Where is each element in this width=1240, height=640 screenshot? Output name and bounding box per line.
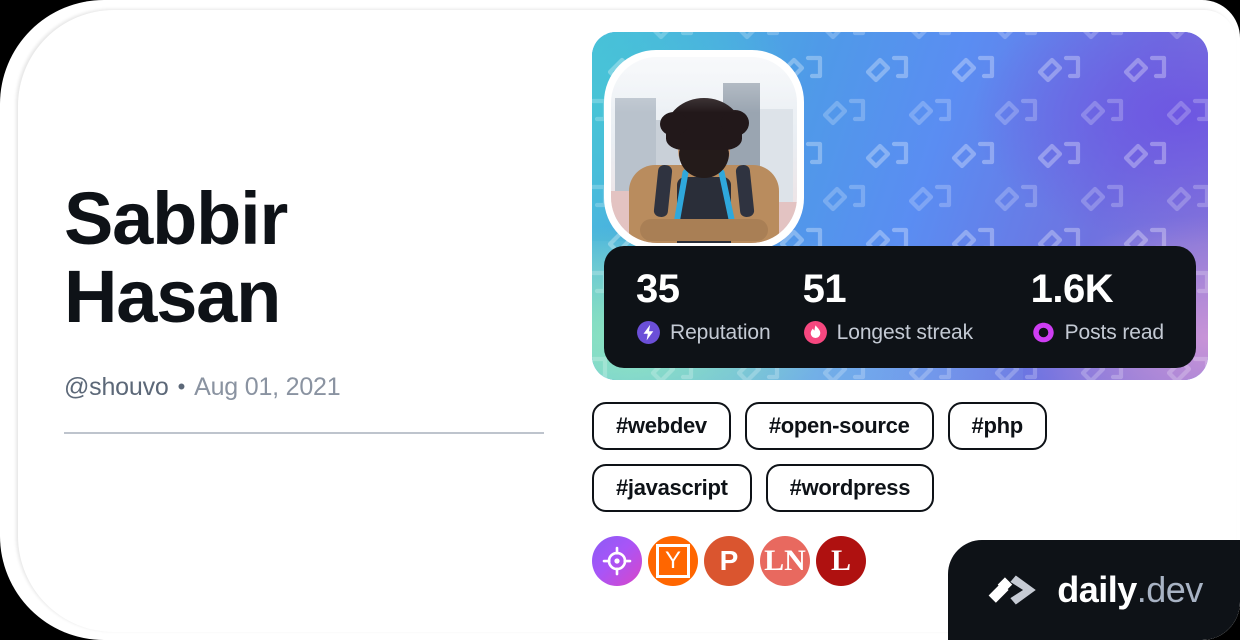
l-source-badge[interactable]: L bbox=[816, 536, 866, 586]
tag-wordpress[interactable]: #wordpress bbox=[765, 464, 935, 512]
avatar-illustration bbox=[611, 57, 797, 243]
stat-label-row: Posts read bbox=[1031, 320, 1164, 345]
badge-letter: Y bbox=[664, 547, 681, 574]
stat-value: 1.6K bbox=[1030, 267, 1114, 311]
tag-list: #webdev #open-source #php #javascript #w… bbox=[592, 402, 1208, 512]
stats-bar: 35 Reputation 51 Longest streak 1.6K Pos… bbox=[604, 246, 1196, 368]
stat-label-row: Longest streak bbox=[803, 320, 1031, 345]
identity-divider bbox=[64, 431, 544, 434]
profile-handle: @shouvo bbox=[64, 372, 169, 401]
profile-identity-column: Sabbir Hasan @shouvo • Aug 01, 2021 bbox=[64, 177, 544, 434]
cover-block: 35 Reputation 51 Longest streak 1.6K Pos… bbox=[592, 32, 1208, 380]
stat-label: Reputation bbox=[670, 320, 771, 344]
reputation-bolt-icon bbox=[637, 321, 660, 344]
daily-dev-brand-tag: daily .dev bbox=[948, 540, 1240, 640]
product-hunt-source-badge[interactable]: P bbox=[704, 536, 754, 586]
profile-meta-row: @shouvo • Aug 01, 2021 bbox=[64, 372, 341, 401]
avatar-sky-haze bbox=[611, 57, 797, 243]
brand-name: daily bbox=[1057, 569, 1137, 610]
tag-open-source[interactable]: #open-source bbox=[744, 402, 934, 450]
stat-value: 51 bbox=[802, 267, 847, 311]
stat-reputation: 35 Reputation bbox=[636, 269, 803, 345]
profile-content-column: 35 Reputation 51 Longest streak 1.6K Pos… bbox=[592, 32, 1208, 586]
hacker-news-source-badge[interactable]: Y bbox=[648, 536, 698, 586]
target-source-badge[interactable] bbox=[592, 536, 642, 586]
stat-value: 35 bbox=[636, 267, 680, 311]
badge-letter: LN bbox=[764, 544, 806, 577]
streak-flame-icon bbox=[803, 321, 827, 344]
brand-wordmark: daily .dev bbox=[1057, 569, 1203, 611]
profile-card: Sabbir Hasan @shouvo • Aug 01, 2021 35 R… bbox=[0, 0, 1240, 640]
badge-letter: L bbox=[830, 544, 851, 577]
daily-dev-chevron-logo-icon bbox=[988, 571, 1036, 605]
crosshair-icon bbox=[602, 546, 632, 576]
stat-longest-streak: 51 Longest streak bbox=[803, 269, 1031, 345]
tag-webdev[interactable]: #webdev bbox=[592, 402, 731, 450]
stat-label: Longest streak bbox=[836, 320, 974, 344]
stat-posts-read: 1.6K Posts read bbox=[1031, 269, 1164, 345]
tag-javascript[interactable]: #javascript bbox=[592, 464, 752, 512]
posts-read-ring-icon bbox=[1032, 322, 1054, 343]
hacker-news-square: Y bbox=[656, 544, 690, 578]
brand-suffix: .dev bbox=[1136, 569, 1204, 610]
ln-source-badge[interactable]: LN bbox=[760, 536, 810, 586]
avatar bbox=[604, 50, 804, 250]
profile-display-name: Sabbir Hasan bbox=[64, 177, 288, 339]
badge-letter: P bbox=[719, 545, 739, 576]
profile-joined-date: Aug 01, 2021 bbox=[194, 372, 341, 401]
tag-php[interactable]: #php bbox=[947, 402, 1047, 450]
stat-label-row: Reputation bbox=[636, 320, 803, 345]
stat-label: Posts read bbox=[1064, 320, 1164, 344]
